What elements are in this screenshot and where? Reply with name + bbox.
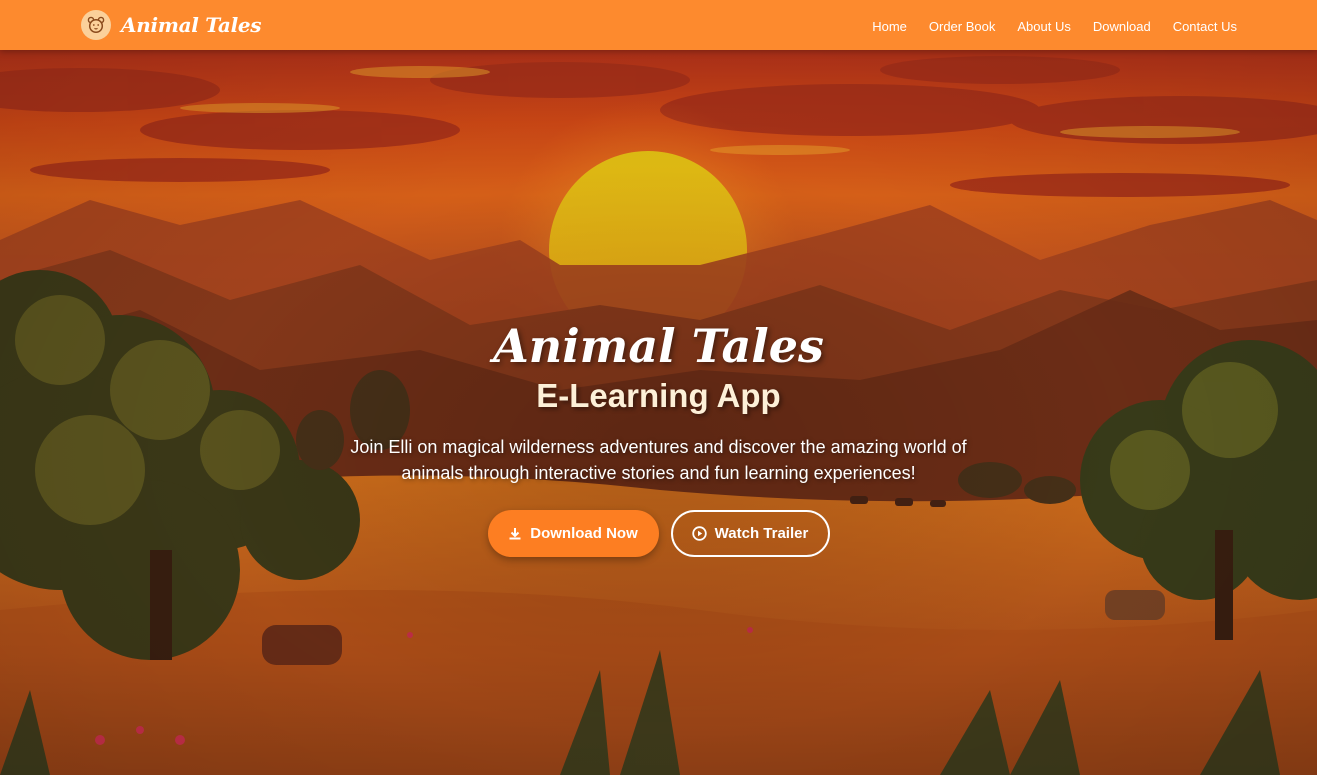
download-now-label: Download Now bbox=[530, 525, 638, 542]
hero-subtitle: E-Learning App bbox=[536, 377, 781, 414]
hero-description: Join Elli on magical wilderness adventur… bbox=[350, 437, 967, 483]
hero-section: Animal Tales E-Learning App Join Elli on… bbox=[0, 50, 1317, 775]
download-now-button[interactable]: Download Now bbox=[487, 510, 659, 557]
hero-buttons: Download Now Watch Trailer bbox=[0, 510, 1317, 557]
watch-trailer-label: Watch Trailer bbox=[714, 525, 809, 542]
nav-item-download[interactable]: Download bbox=[1093, 19, 1151, 34]
brand-logo-link[interactable]: Animal Tales bbox=[81, 10, 262, 40]
hero-content: Animal Tales E-Learning App Join Elli on… bbox=[0, 318, 1317, 557]
navbar: Animal Tales Home Order Book About Us Do… bbox=[0, 0, 1317, 50]
watch-trailer-button[interactable]: Watch Trailer bbox=[670, 510, 830, 557]
bear-face-icon bbox=[81, 10, 111, 40]
download-icon bbox=[509, 527, 521, 539]
hero-title: Animal Tales bbox=[493, 319, 824, 373]
nav-item-home[interactable]: Home bbox=[872, 19, 907, 34]
play-circle-icon bbox=[691, 526, 707, 541]
nav-item-about-us[interactable]: About Us bbox=[1017, 19, 1070, 34]
nav-menu: Home Order Book About Us Download Contac… bbox=[872, 16, 1237, 35]
brand-name: Animal Tales bbox=[121, 13, 262, 37]
nav-item-order-book[interactable]: Order Book bbox=[929, 19, 995, 34]
nav-item-contact-us[interactable]: Contact Us bbox=[1173, 19, 1237, 34]
